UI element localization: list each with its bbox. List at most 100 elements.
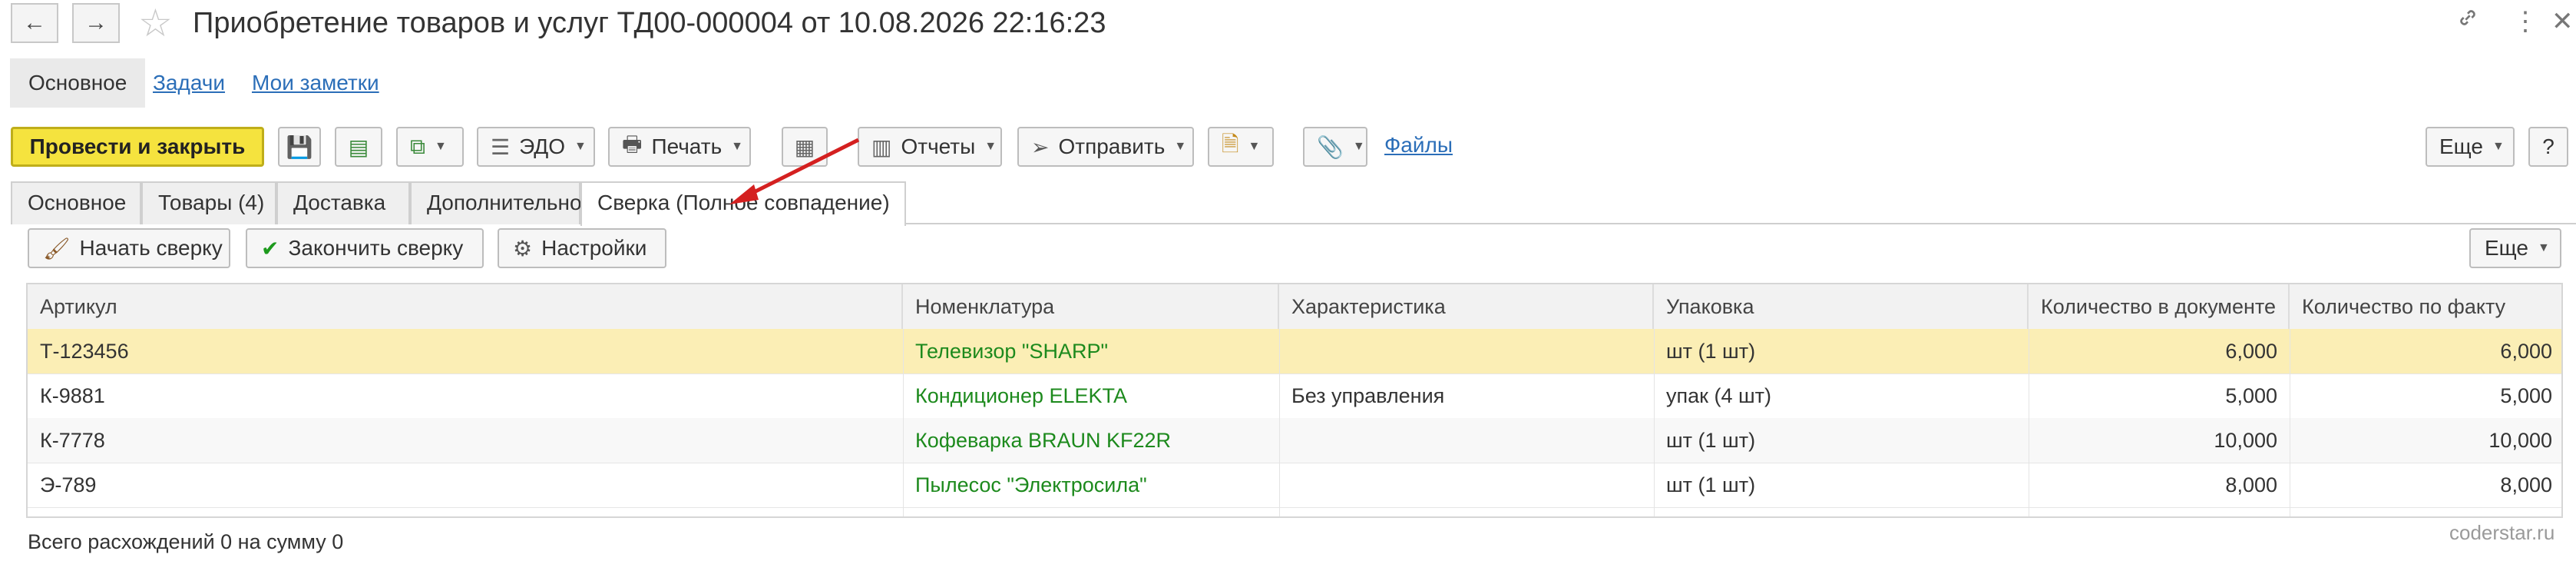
forward-button[interactable]: →: [72, 3, 120, 43]
reports-label: Отчеты: [901, 134, 976, 158]
discrepancy-summary: Всего расхождений 0 на сумму 0: [28, 530, 344, 553]
cell-pack: шт (1 шт): [1666, 429, 1756, 452]
link-glyph: [2460, 10, 2475, 25]
col-item[interactable]: Номенклатура: [903, 284, 1279, 329]
table-more-label: Еще: [2485, 236, 2528, 260]
clip-button[interactable]: 📎 ▼: [1303, 127, 1367, 167]
cell-qty-doc: 8,000: [2225, 473, 2277, 496]
col-qty-doc[interactable]: Количество в документе: [2029, 284, 2290, 329]
chevron-down-icon: ▼: [984, 140, 997, 153]
table-more-button[interactable]: Еще ▼: [2469, 228, 2561, 268]
more-label: Еще: [2439, 134, 2483, 158]
save-button[interactable]: 💾: [278, 127, 321, 167]
cell-qty-doc: 10,000: [2214, 429, 2277, 452]
cell-pack: упак (4 шт): [1666, 384, 1771, 407]
table-row[interactable]: К-9881 Кондиционер ELEKTA Без управления…: [28, 373, 2561, 419]
cell-qty-doc: 6,000: [2225, 340, 2277, 363]
cell-item[interactable]: Телевизор "SHARP": [903, 329, 1279, 373]
col-pack[interactable]: Упаковка: [1654, 284, 2029, 329]
cell-pack: шт (1 шт): [1666, 340, 1756, 363]
chevron-down-icon: ▼: [435, 140, 447, 153]
send-icon: ➢: [1031, 134, 1050, 159]
table-row[interactable]: К-7778 Кофеварка BRAUN KF22R шт (1 шт) 1…: [28, 418, 2561, 463]
cell-pack: шт (1 шт): [1666, 473, 1756, 496]
tab-goods[interactable]: Товары (4): [141, 181, 276, 224]
tab-additional[interactable]: Дополнительно: [410, 181, 582, 224]
send-label: Отправить: [1058, 134, 1166, 158]
save-icon: 💾: [286, 134, 313, 159]
printer-icon: 🖶: [622, 132, 643, 156]
gear-icon: ⚙: [513, 236, 533, 261]
nav-my-notes[interactable]: Мои заметки: [252, 58, 379, 108]
table-header: Артикул Номенклатура Характеристика Упак…: [28, 284, 2561, 330]
tab-delivery[interactable]: Доставка: [276, 181, 410, 224]
column-separator: [1654, 329, 1655, 516]
create-based-on-button[interactable]: ⧉ ▼: [396, 127, 464, 167]
send-button[interactable]: ➢ Отправить ▼: [1017, 127, 1194, 167]
edo-icon: ☰: [491, 134, 511, 159]
table-row[interactable]: Т-123456 Телевизор "SHARP" шт (1 шт) 6,0…: [28, 329, 2561, 374]
cell-characteristic: [1279, 329, 1654, 373]
document-title: Приобретение товаров и услуг ТД00-000004…: [193, 7, 1106, 39]
chevron-down-icon: ▼: [1352, 140, 1365, 153]
checkmark-icon: ✔: [261, 236, 279, 261]
cell-article: К-7778: [40, 429, 105, 452]
finish-reconcile-label: Закончить сверку: [288, 236, 464, 260]
post-button[interactable]: ▤: [335, 127, 382, 167]
reconcile-table[interactable]: Артикул Номенклатура Характеристика Упак…: [26, 283, 2563, 518]
cell-characteristic: [1279, 418, 1654, 463]
nav-tasks[interactable]: Задачи: [153, 58, 225, 108]
chevron-down-icon: ▼: [574, 140, 587, 153]
cell-qty-fact[interactable]: 5,000: [2290, 373, 2561, 418]
watermark: coderstar.ru: [2449, 521, 2555, 544]
cell-item[interactable]: Кофеварка BRAUN KF22R: [903, 418, 1279, 463]
column-separator: [1279, 329, 1280, 516]
arrow-left-icon: ←: [23, 10, 46, 35]
cell-qty-doc: 5,000: [2225, 384, 2277, 407]
start-reconcile-label: Начать сверку: [79, 236, 223, 260]
cell-qty-fact[interactable]: 6,000: [2290, 329, 2561, 373]
settings-button[interactable]: ⚙ Настройки: [498, 228, 666, 268]
cell-article: Т-123456: [40, 340, 129, 363]
post-and-close-label: Провести и закрыть: [29, 134, 246, 158]
col-qty-fact[interactable]: Количество по факту: [2290, 284, 2561, 329]
table-row[interactable]: Э-789 Пылесос "Электросила" шт (1 шт) 8,…: [28, 463, 2561, 508]
files-link[interactable]: Файлы: [1384, 133, 1453, 158]
cell-item[interactable]: Кондиционер ELEKTA: [903, 373, 1279, 418]
annotation-arrow: [729, 138, 860, 204]
cell-qty-fact[interactable]: 8,000: [2290, 463, 2561, 507]
help-button[interactable]: ?: [2528, 127, 2568, 167]
col-characteristic[interactable]: Характеристика: [1279, 284, 1654, 329]
nav-main[interactable]: Основное: [10, 58, 146, 108]
paperclip-icon: 📎: [1317, 134, 1344, 159]
finish-reconcile-button[interactable]: ✔ Закончить сверку: [246, 228, 484, 268]
back-button[interactable]: ←: [11, 3, 58, 43]
more-icon[interactable]: ⋮: [2512, 5, 2538, 38]
chevron-down-icon: ▼: [1174, 140, 1187, 153]
cell-article: К-9881: [40, 384, 105, 407]
link-icon[interactable]: [2455, 5, 2480, 38]
favorite-star-icon[interactable]: ☆: [138, 2, 173, 45]
column-separator: [903, 329, 904, 516]
attachments-button[interactable]: 🗎 ▼: [1208, 127, 1274, 167]
chevron-down-icon: ▼: [1248, 140, 1261, 153]
brush-icon: 🖌: [43, 236, 71, 261]
create-based-icon: ⧉: [410, 134, 425, 158]
print-label: Печать: [651, 134, 723, 158]
edo-label: ЭДО: [519, 134, 566, 158]
cell-article: Э-789: [40, 473, 97, 496]
cell-qty-fact[interactable]: 10,000: [2290, 418, 2561, 463]
more-button[interactable]: Еще ▼: [2426, 127, 2515, 167]
cell-item[interactable]: Пылесос "Электросила": [903, 463, 1279, 507]
start-reconcile-button[interactable]: 🖌 Начать сверку: [28, 228, 230, 268]
help-label: ?: [2542, 134, 2555, 158]
tab-main[interactable]: Основное: [11, 181, 141, 224]
col-article[interactable]: Артикул: [28, 284, 903, 329]
edo-button[interactable]: ☰ ЭДО ▼: [477, 127, 595, 167]
close-icon[interactable]: ✕: [2551, 5, 2574, 38]
chevron-down-icon: ▼: [2492, 140, 2505, 153]
cell-characteristic: [1279, 463, 1654, 507]
reports-button[interactable]: ▥ Отчеты ▼: [858, 127, 1002, 167]
post-and-close-button[interactable]: Провести и закрыть: [11, 127, 264, 167]
post-document-icon: ▤: [348, 134, 369, 159]
